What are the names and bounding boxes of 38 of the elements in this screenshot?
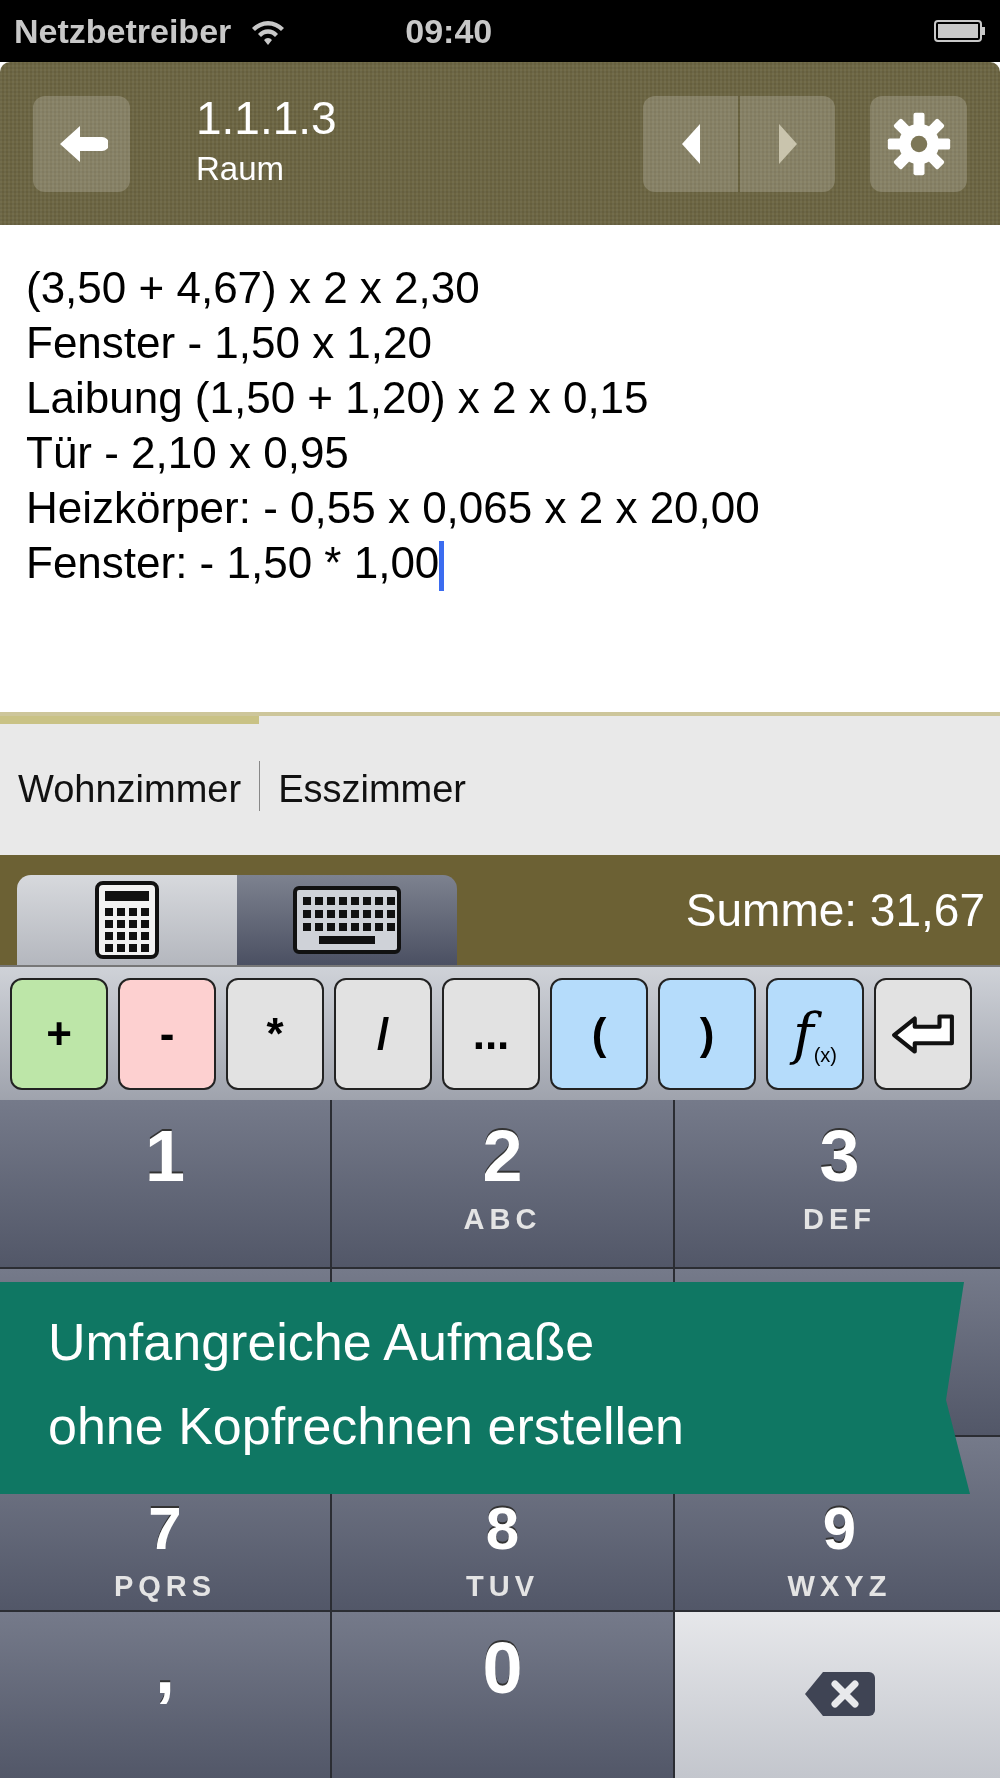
digit-key[interactable]: 1	[0, 1100, 330, 1267]
calculator-icon	[95, 881, 159, 959]
keyboard-icon	[293, 886, 401, 954]
operator-key[interactable]: ...	[442, 977, 540, 1090]
battery-icon	[934, 19, 986, 43]
status-time: 09:40	[405, 10, 493, 52]
operator-key[interactable]: (	[550, 977, 648, 1090]
return-arrow-icon	[890, 1011, 956, 1056]
digit-key[interactable]: 0	[332, 1611, 673, 1778]
formula-line: Heizkörper: - 0,55 x 0,065 x 2 x 20,00	[26, 482, 760, 534]
operator-key[interactable]: /	[334, 977, 432, 1090]
screen-subtitle: Raum	[196, 149, 286, 190]
delete-key[interactable]	[675, 1611, 1000, 1778]
formula-line: Laibung (1,50 + 1,20) x 2 x 0,15	[26, 372, 649, 424]
settings-button[interactable]	[870, 95, 967, 192]
room-tab[interactable]: Esszimmer	[260, 716, 484, 855]
operator-key[interactable]: *	[226, 977, 324, 1090]
carrier-name: Netzbetreiber	[14, 10, 232, 52]
sum-label: Summe: 31,67	[685, 882, 985, 938]
screen-title: 1.1.1.3	[196, 93, 337, 145]
operator-key[interactable]: +	[10, 977, 108, 1090]
backspace-icon	[802, 1670, 877, 1719]
formula-line: Fenster - 1,50 x 1,20	[26, 317, 432, 369]
formula-line: Tür - 2,10 x 0,95	[26, 427, 349, 479]
previous-button[interactable]	[643, 95, 738, 192]
comma-key[interactable]: ,	[0, 1611, 330, 1778]
formula-line: Fenster: - 1,50 * 1,00	[26, 535, 445, 592]
operator-key[interactable]: )	[658, 977, 756, 1090]
back-button[interactable]	[33, 95, 130, 192]
settings-icon	[885, 110, 952, 177]
formula-line: (3,50 + 4,67) x 2 x 2,30	[26, 262, 480, 314]
operator-key[interactable]: -	[118, 977, 216, 1090]
digit-key[interactable]: 2 ABC	[332, 1100, 673, 1267]
keyboard-tab[interactable]	[237, 875, 457, 965]
calculator-tab[interactable]	[17, 875, 237, 965]
digit-key[interactable]: 3 DEF	[675, 1100, 1000, 1267]
return-key[interactable]	[874, 977, 972, 1090]
text-cursor	[439, 541, 445, 592]
